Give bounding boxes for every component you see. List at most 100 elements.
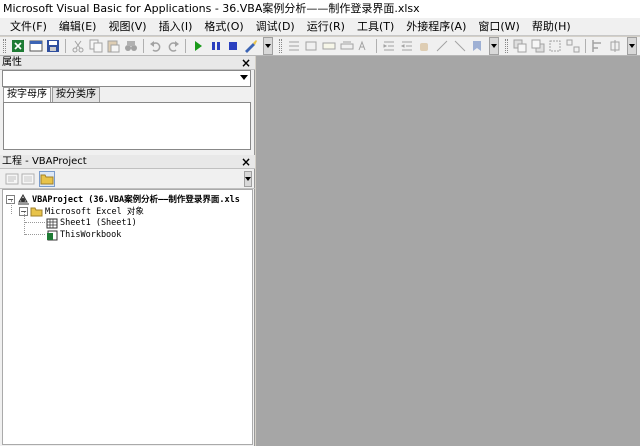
project-close-button[interactable]: ×: [240, 155, 252, 169]
toolbar-options-dropdown[interactable]: [262, 37, 273, 55]
redo-icon: [168, 41, 180, 52]
outdent-button[interactable]: [399, 38, 415, 54]
save-button[interactable]: [45, 38, 61, 54]
design-mode-icon: [245, 40, 258, 53]
comment-block-button[interactable]: [434, 38, 450, 54]
chevron-down-icon[interactable]: [240, 75, 248, 80]
bring-to-front-button[interactable]: [512, 38, 528, 54]
tab-categorized[interactable]: 按分类序: [52, 87, 100, 102]
copy-button[interactable]: [88, 38, 104, 54]
project-tree[interactable]: − VBAProject (36.VBA案例分析——制作登录界面.xls − M…: [2, 189, 253, 445]
view-code-button[interactable]: [5, 171, 19, 187]
menu-tools[interactable]: 工具(T): [351, 19, 400, 35]
tree-item-thisworkbook[interactable]: ThisWorkbook: [46, 229, 121, 241]
parameter-info-icon: [340, 41, 354, 50]
userform-icon: [29, 40, 43, 52]
play-icon: [194, 41, 202, 51]
break-button[interactable]: [208, 38, 224, 54]
toolbar-separator: [185, 39, 187, 53]
paste-button[interactable]: [105, 38, 121, 54]
design-mode-button[interactable]: [243, 38, 259, 54]
tree-folder-label: Microsoft Excel 对象: [45, 207, 144, 217]
chevron-down-icon: [629, 44, 636, 48]
insert-userform-button[interactable]: [28, 38, 44, 54]
menu-help[interactable]: 帮助(H): [526, 19, 577, 35]
properties-close-button[interactable]: ×: [240, 56, 252, 70]
quick-info-button[interactable]: [321, 38, 337, 54]
list-constants-button[interactable]: [303, 38, 319, 54]
comment-icon: [436, 40, 448, 52]
toolbar-grip[interactable]: [278, 39, 282, 53]
tree-connector: [25, 234, 45, 235]
standard-toolbar: [0, 37, 640, 56]
tree-connector: [11, 200, 12, 214]
run-button[interactable]: [190, 38, 206, 54]
tree-root[interactable]: − VBAProject (36.VBA案例分析——制作登录界面.xls: [6, 193, 240, 205]
reset-button[interactable]: [226, 38, 242, 54]
project-toolbar-dropdown[interactable]: [244, 170, 252, 187]
tree-item-sheet1[interactable]: Sheet1 (Sheet1): [46, 217, 137, 229]
toolbar-grip[interactable]: [505, 39, 509, 53]
toggle-breakpoint-button[interactable]: [417, 38, 433, 54]
undo-button[interactable]: [148, 38, 164, 54]
align-button[interactable]: [590, 38, 606, 54]
bookmark-icon: [473, 41, 482, 51]
group-icon: [549, 40, 561, 52]
tree-folder[interactable]: − Microsoft Excel 对象: [19, 205, 144, 217]
complete-word-button[interactable]: [356, 38, 372, 54]
ungroup-button[interactable]: [565, 38, 581, 54]
list-properties-button[interactable]: [286, 38, 302, 54]
view-object-button[interactable]: [21, 171, 35, 187]
cut-button[interactable]: [70, 38, 86, 54]
find-button[interactable]: [123, 38, 139, 54]
stop-icon: [229, 42, 238, 50]
list-icon: [288, 41, 299, 51]
window-title-bar: Microsoft Visual Basic for Applications …: [0, 0, 640, 18]
chevron-down-icon: [264, 44, 271, 48]
toolbar-options-dropdown[interactable]: [489, 37, 500, 55]
folder-icon: [40, 174, 54, 184]
menu-debug[interactable]: 调试(D): [250, 19, 301, 35]
bookmark-button[interactable]: [470, 38, 486, 54]
indent-icon: [383, 41, 394, 51]
tree-root-label: VBAProject (36.VBA案例分析——制作登录界面.xls: [32, 195, 240, 205]
toggle-folders-button[interactable]: [39, 170, 55, 187]
menu-bar: 文件(F) 编辑(E) 视图(V) 插入(I) 格式(O) 调试(D) 运行(R…: [0, 18, 640, 36]
quick-info-icon: [322, 42, 336, 50]
properties-grid[interactable]: [3, 102, 251, 150]
view-code-icon: [5, 173, 19, 184]
vba-project-icon: [18, 193, 29, 205]
hand-icon: [420, 43, 429, 51]
binoculars-icon: [124, 41, 137, 51]
menu-addins[interactable]: 外接程序(A): [400, 19, 472, 35]
send-to-back-button[interactable]: [530, 38, 546, 54]
menu-format[interactable]: 格式(O): [198, 19, 249, 35]
left-dock: 属性 × 按字母序 按分类序 工程 - VBAProject × − VBAPr…: [0, 56, 255, 446]
worksheet-icon: [46, 218, 58, 228]
menu-window[interactable]: 窗口(W): [472, 19, 525, 35]
uncomment-block-button[interactable]: [452, 38, 468, 54]
menu-run[interactable]: 运行(R): [301, 19, 351, 35]
code-workspace[interactable]: [256, 56, 640, 446]
view-excel-button[interactable]: [10, 38, 26, 54]
toolbar-separator: [65, 39, 67, 53]
menu-file[interactable]: 文件(F): [4, 19, 53, 35]
toolbar-options-dropdown[interactable]: [627, 37, 638, 55]
properties-tabs: 按字母序 按分类序: [3, 87, 101, 103]
parameter-info-button[interactable]: [339, 38, 355, 54]
group-button[interactable]: [547, 38, 563, 54]
tab-alphabetic[interactable]: 按字母序: [3, 87, 51, 103]
menu-view[interactable]: 视图(V): [102, 19, 152, 35]
indent-button[interactable]: [381, 38, 397, 54]
toolbar-grip[interactable]: [3, 39, 6, 53]
object-selector[interactable]: [2, 70, 251, 87]
ungroup-icon: [566, 39, 580, 53]
redo-button[interactable]: [165, 38, 181, 54]
center-button[interactable]: [608, 38, 624, 54]
uncomment-icon: [454, 40, 466, 52]
window-title: Microsoft Visual Basic for Applications …: [3, 2, 420, 15]
menu-insert[interactable]: 插入(I): [153, 19, 199, 35]
toolbar-separator: [142, 39, 144, 53]
tree-item-label: ThisWorkbook: [60, 230, 122, 240]
menu-edit[interactable]: 编辑(E): [53, 19, 103, 35]
